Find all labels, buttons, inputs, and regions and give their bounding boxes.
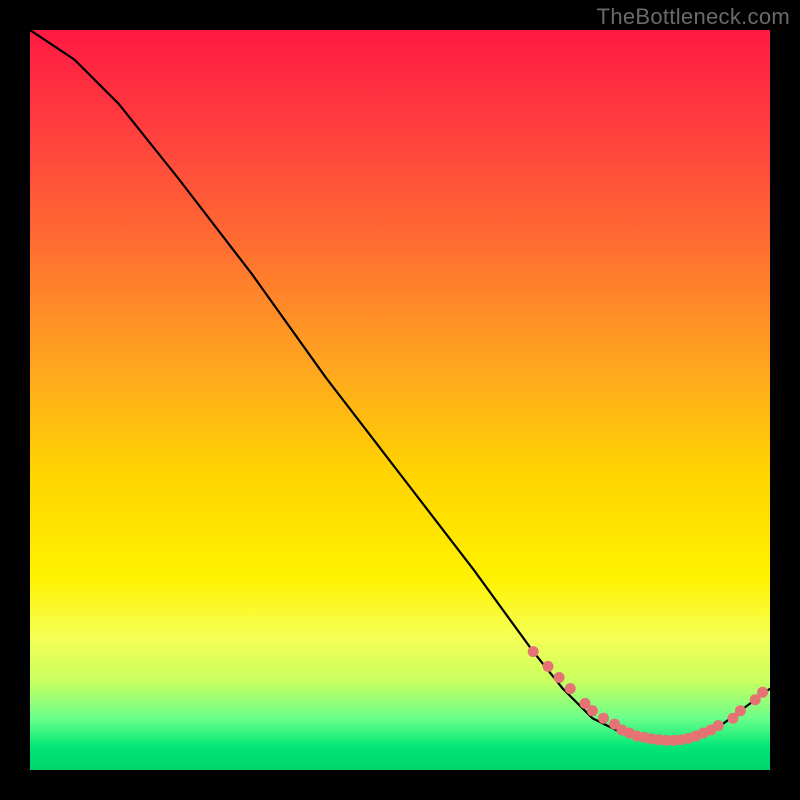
marker-dot — [554, 672, 565, 683]
chart-frame: TheBottleneck.com — [0, 0, 800, 800]
marker-dot — [565, 683, 576, 694]
curve-line — [30, 30, 770, 740]
curve-markers — [528, 646, 768, 746]
marker-dot — [598, 713, 609, 724]
marker-dot — [735, 705, 746, 716]
plot-area — [30, 30, 770, 770]
marker-dot — [713, 720, 724, 731]
marker-dot — [757, 687, 768, 698]
marker-dot — [543, 661, 554, 672]
bottleneck-curve — [30, 30, 770, 770]
watermark-label: TheBottleneck.com — [597, 4, 790, 30]
marker-dot — [587, 705, 598, 716]
marker-dot — [528, 646, 539, 657]
